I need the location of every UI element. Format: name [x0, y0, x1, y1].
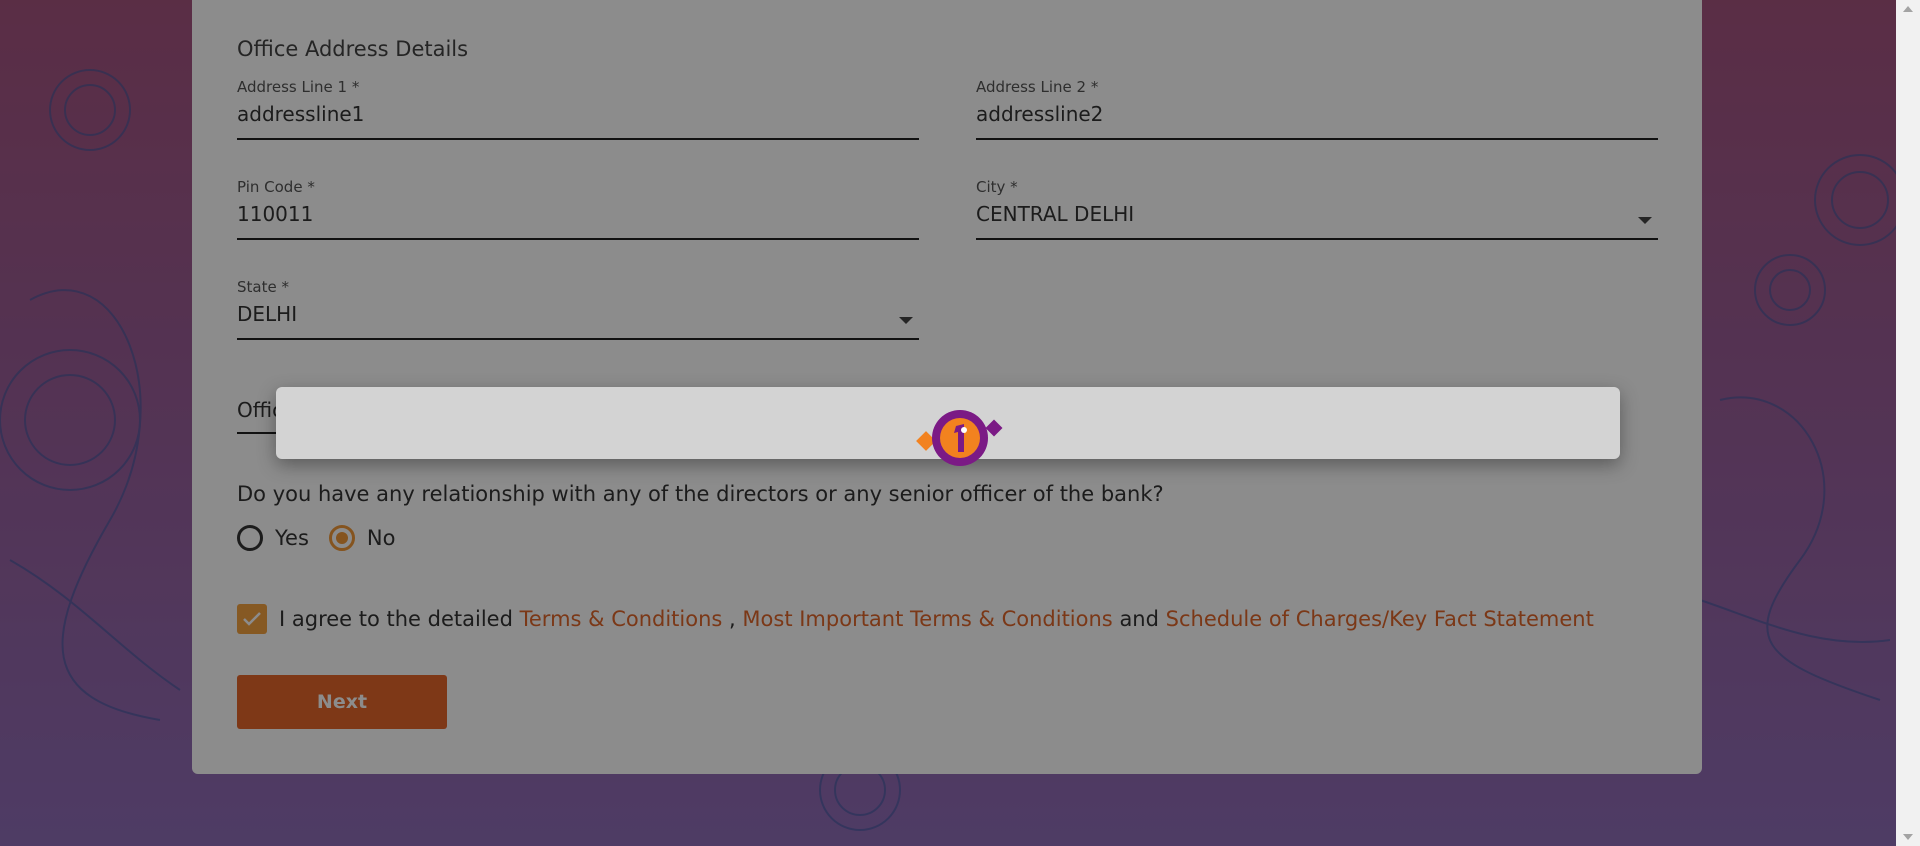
scroll-up-icon[interactable] — [1903, 6, 1913, 12]
bank-logo-spinner-icon — [916, 410, 1003, 466]
scroll-down-icon[interactable] — [1903, 834, 1913, 840]
page-scrollbar[interactable] — [1896, 0, 1920, 846]
